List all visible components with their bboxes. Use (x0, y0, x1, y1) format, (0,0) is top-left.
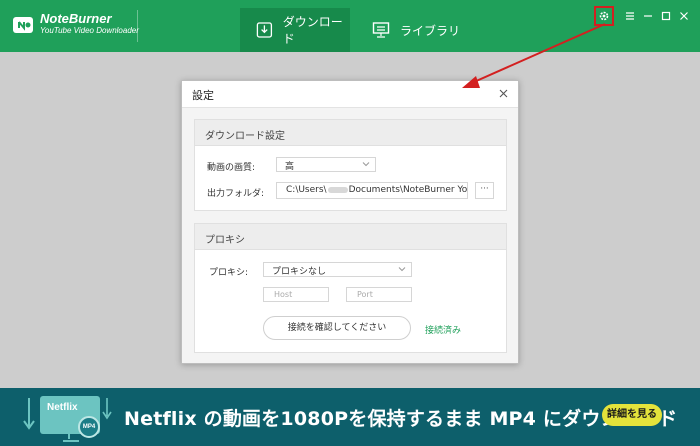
quality-label: 動画の画質: (207, 163, 256, 173)
tab-library[interactable]: ライブラリ (360, 8, 470, 52)
title-bar: NoteBurner YouTube Video Downloader ダウンロ… (0, 0, 700, 52)
proxy-panel: プロキシ プロキシ: プロキシなし Host Port 接続を確認してください … (194, 223, 507, 353)
quality-select[interactable]: 高 (276, 157, 376, 172)
download-arrow-icon (23, 398, 35, 430)
brand-name: NoteBurner (40, 11, 112, 26)
proxy-label: プロキシ: (209, 268, 249, 278)
brand-subtitle: YouTube Video Downloader (40, 26, 139, 35)
maximize-icon (661, 11, 671, 21)
output-folder-label: 出力フォルダ: (207, 189, 265, 199)
browse-folder-button[interactable]: ··· (475, 182, 494, 199)
monitor-stand-icon (63, 434, 79, 442)
folder-path-prefix: C:\Users\ (286, 185, 327, 195)
learn-more-button[interactable]: 詳細を見る (602, 404, 662, 426)
banner-illustration: Netflix MP4 (0, 388, 120, 446)
proxy-host-input[interactable]: Host (263, 287, 329, 302)
window-controls (594, 6, 692, 26)
tab-library-label: ライブラリ (400, 23, 461, 38)
title-divider (137, 10, 138, 42)
brand: NoteBurner YouTube Video Downloader (40, 12, 139, 36)
proxy-port-input[interactable]: Port (346, 287, 412, 302)
monitor-label: Netflix (47, 402, 78, 413)
mp4-badge: MP4 (78, 416, 100, 438)
noteburner-logo-icon (13, 17, 33, 33)
redacted-username (327, 186, 348, 193)
download-settings-panel: ダウンロード設定 動画の画質: 高 出力フォルダ: C:\Users\ Docum… (194, 119, 507, 211)
chevron-down-icon (398, 267, 406, 272)
settings-gear-icon (599, 11, 609, 21)
connection-status: 接続済み (425, 326, 462, 336)
proxy-value: プロキシなし (272, 267, 327, 277)
monitor-icon (372, 22, 390, 38)
tab-download[interactable]: ダウンロード (240, 8, 350, 52)
chevron-down-icon (362, 162, 370, 167)
quality-value: 高 (285, 162, 295, 172)
proxy-title: プロキシ (195, 224, 506, 250)
banner-headline: Netflix の動画を1080Pを保持するまま MP4 にダウンロード (124, 408, 678, 430)
minimize-icon (644, 15, 652, 17)
check-connection-button[interactable]: 接続を確認してください (263, 316, 411, 340)
settings-button[interactable] (594, 6, 614, 26)
download-icon (256, 22, 273, 38)
close-icon (499, 89, 507, 97)
close-icon (680, 12, 688, 20)
promo-banner[interactable]: Netflix MP4 Netflix の動画を1080Pを保持するまま MP4… (0, 388, 700, 446)
proxy-select[interactable]: プロキシなし (263, 262, 412, 277)
maximize-button[interactable] (658, 8, 674, 24)
dialog-header: 設定 (182, 81, 518, 108)
minimize-button[interactable] (640, 8, 656, 24)
menu-button[interactable] (622, 8, 638, 24)
folder-path-suffix: Documents\NoteBurner YouTu (348, 185, 468, 195)
output-folder-input[interactable]: C:\Users\ Documents\NoteBurner YouTu (276, 182, 468, 199)
dialog-close-button[interactable] (496, 86, 510, 100)
download-settings-title: ダウンロード設定 (195, 120, 506, 146)
tab-download-label: ダウンロード (282, 15, 343, 46)
menu-icon (626, 12, 634, 20)
settings-dialog: 設定 ダウンロード設定 動画の画質: 高 出力フォルダ: C:\Users\ Do… (181, 80, 519, 364)
download-arrow-icon (102, 398, 112, 420)
dialog-title: 設定 (192, 89, 214, 102)
close-window-button[interactable] (676, 8, 692, 24)
